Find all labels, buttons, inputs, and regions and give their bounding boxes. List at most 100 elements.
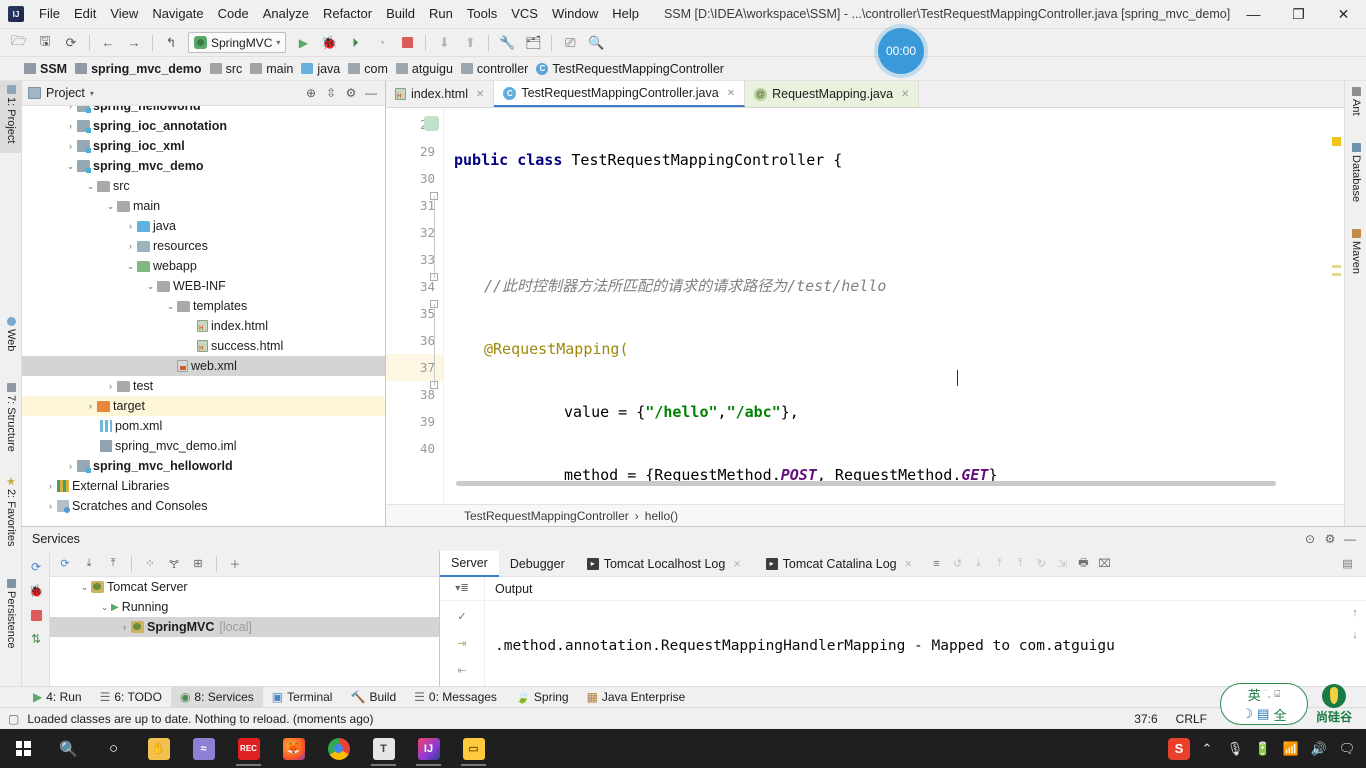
ime-mode-label[interactable]: 英: [1248, 685, 1261, 704]
class-gutter-icon[interactable]: [424, 116, 439, 131]
tab-index-html[interactable]: index.html ✕: [386, 81, 495, 107]
code-editor[interactable]: 28 29 30 31 32 33 34 35 36 37 38 39 40: [386, 108, 1344, 508]
close-button[interactable]: ✕: [1321, 0, 1366, 29]
help-icon[interactable]: ⊙: [1300, 529, 1320, 549]
windows-start-icon[interactable]: [0, 729, 46, 768]
breadcrumb-java[interactable]: java: [299, 61, 346, 77]
change-marker[interactable]: [1332, 273, 1341, 276]
bottom-tab-messages[interactable]: ☰ 0: Messages: [405, 687, 506, 708]
editor-horizontal-scrollbar[interactable]: [456, 481, 1276, 486]
open-preview-icon[interactable]: ⎚: [558, 32, 582, 54]
bottom-tab-terminal[interactable]: ▣ Terminal: [263, 687, 342, 708]
console-scroll-controls[interactable]: ↑ ↓: [1344, 601, 1366, 687]
line-separator[interactable]: CRLF: [1167, 712, 1216, 726]
gear-icon[interactable]: ⚙: [341, 83, 361, 103]
bottom-tab-services[interactable]: ◉ 8: Services: [170, 686, 263, 708]
service-item-springmvc[interactable]: › SpringMVC [local]: [50, 617, 439, 637]
tree-item-spring-ioc-annotation[interactable]: › spring_ioc_annotation: [22, 116, 385, 136]
run-icon[interactable]: ▶: [291, 32, 315, 54]
chevron-right-icon[interactable]: ›: [84, 401, 97, 411]
tab-request-mapping[interactable]: @ RequestMapping.java ✕: [745, 81, 920, 107]
chevron-down-icon[interactable]: ⌄: [98, 602, 111, 613]
sidebar-item-structure[interactable]: 7: Structure: [0, 379, 22, 467]
tree-item-spring-mvc-helloworld[interactable]: › spring_mvc_helloworld: [22, 456, 385, 476]
tree-item-spring-mvc-demo[interactable]: ⌄ spring_mvc_demo: [22, 156, 385, 176]
menu-help[interactable]: Help: [605, 3, 646, 25]
filter-icon[interactable]: 🝖: [163, 554, 185, 574]
hands-icon[interactable]: ✋: [136, 729, 181, 768]
scroll-down-icon[interactable]: ⇥: [440, 630, 484, 657]
menu-file[interactable]: File: [32, 3, 67, 25]
group-icon[interactable]: ⁘: [139, 554, 161, 574]
settings-wrench-icon[interactable]: 🔧: [495, 32, 519, 54]
service-item-running[interactable]: ⌄ ▶ Running: [50, 597, 439, 617]
bottom-tab-java-enterprise[interactable]: ▦ Java Enterprise: [578, 687, 695, 708]
breadcrumb-atguigu[interactable]: atguigu: [394, 61, 459, 77]
stop-icon[interactable]: [395, 32, 419, 54]
sidebar-item-persistence[interactable]: Persistence: [0, 575, 22, 671]
forward-icon[interactable]: →: [122, 32, 146, 54]
menu-vcs[interactable]: VCS: [504, 3, 545, 25]
back-icon[interactable]: ←: [96, 32, 120, 54]
tree-item-resources[interactable]: › resources: [22, 236, 385, 256]
sidebar-item-project[interactable]: 1: Project: [0, 81, 22, 153]
project-tree[interactable]: › spring_helloworld › spring_ioc_annotat…: [22, 106, 385, 526]
breadcrumb-ssm[interactable]: SSM: [22, 61, 73, 77]
tree-item-scratches[interactable]: › Scratches and Consoles: [22, 496, 385, 516]
run-configuration-selector[interactable]: SpringMVC ▾: [188, 32, 287, 53]
microphone-icon[interactable]: 🎙: [1222, 729, 1248, 768]
code-text[interactable]: public class TestRequestMappingControlle…: [444, 108, 1344, 508]
breadcrumb-class-label[interactable]: TestRequestMappingController: [464, 509, 629, 523]
chevron-down-icon[interactable]: ⌄: [84, 181, 97, 192]
project-structure-icon[interactable]: 🗂: [521, 32, 545, 54]
breadcrumb-method-label[interactable]: hello(): [645, 509, 678, 523]
menu-edit[interactable]: Edit: [67, 3, 103, 25]
tree-item-spring-helloworld[interactable]: › spring_helloworld: [22, 106, 385, 116]
chevron-down-icon[interactable]: ⌄: [164, 301, 177, 312]
breadcrumb-class[interactable]: C TestRequestMappingController: [534, 61, 730, 77]
chevron-down-icon[interactable]: ⌄: [64, 161, 77, 172]
close-icon[interactable]: ×: [905, 557, 912, 571]
chevron-right-icon[interactable]: ›: [104, 381, 117, 391]
dolphin-icon[interactable]: ≈: [181, 729, 226, 768]
breadcrumb-src[interactable]: src: [208, 61, 249, 77]
minimize-button[interactable]: —: [1231, 0, 1276, 29]
debug-icon[interactable]: 🐞: [22, 579, 50, 603]
battery-icon[interactable]: 🔋: [1250, 729, 1276, 768]
close-icon[interactable]: ✕: [727, 88, 735, 99]
ime-moon-icon[interactable]: ☽: [1242, 706, 1254, 722]
collapse-all-icon[interactable]: ⤒: [102, 554, 124, 574]
debug-icon[interactable]: 🐞: [317, 32, 341, 54]
tree-item-templates[interactable]: ⌄ templates: [22, 296, 385, 316]
chevron-right-icon[interactable]: ›: [44, 501, 57, 511]
tree-item-index-html[interactable]: index.html: [22, 316, 385, 336]
ime-width-label[interactable]: 全: [1273, 705, 1286, 724]
sogou-icon[interactable]: S: [1166, 729, 1192, 768]
tab-test-request-mapping-controller[interactable]: C TestRequestMappingController.java ✕: [494, 81, 746, 107]
tree-item-iml[interactable]: spring_mvc_demo.iml: [22, 436, 385, 456]
wifi-icon[interactable]: 📶: [1278, 729, 1304, 768]
chevron-right-icon[interactable]: ›: [64, 461, 77, 471]
chevron-down-icon[interactable]: ▾: [90, 89, 94, 98]
ime-keyboard-icon[interactable]: ▤: [1257, 706, 1269, 722]
editor-marker-bar[interactable]: [1330, 135, 1344, 508]
chevron-down-icon[interactable]: ⌄: [124, 261, 137, 272]
sidebar-item-favorites[interactable]: 2: Favorites: [0, 473, 22, 567]
output-filter-icon[interactable]: ▾≣: [440, 576, 485, 601]
menu-view[interactable]: View: [103, 3, 145, 25]
menu-build[interactable]: Build: [379, 3, 422, 25]
add-icon[interactable]: ＋: [224, 554, 246, 574]
ime-indicator[interactable]: 英 ˙, ⌸ ☽ ▤ 全: [1220, 683, 1308, 725]
breadcrumb-spring-mvc-demo[interactable]: spring_mvc_demo: [73, 61, 207, 77]
undo-icon[interactable]: ↰: [159, 32, 183, 54]
rerun-icon[interactable]: ⟳: [54, 554, 76, 574]
tree-item-spring-ioc-xml[interactable]: › spring_ioc_xml: [22, 136, 385, 156]
console-output[interactable]: ✓ ⇥ ⇤ » .method.annotation.RequestMappin…: [440, 601, 1366, 687]
breadcrumb-com[interactable]: com: [346, 61, 394, 77]
close-icon[interactable]: ✕: [901, 89, 909, 100]
menu-code[interactable]: Code: [211, 3, 256, 25]
chevron-right-icon[interactable]: ›: [118, 622, 131, 632]
menu-navigate[interactable]: Navigate: [145, 3, 210, 25]
chevron-down-icon[interactable]: ⌄: [78, 582, 91, 593]
chrome-icon[interactable]: [316, 729, 361, 768]
